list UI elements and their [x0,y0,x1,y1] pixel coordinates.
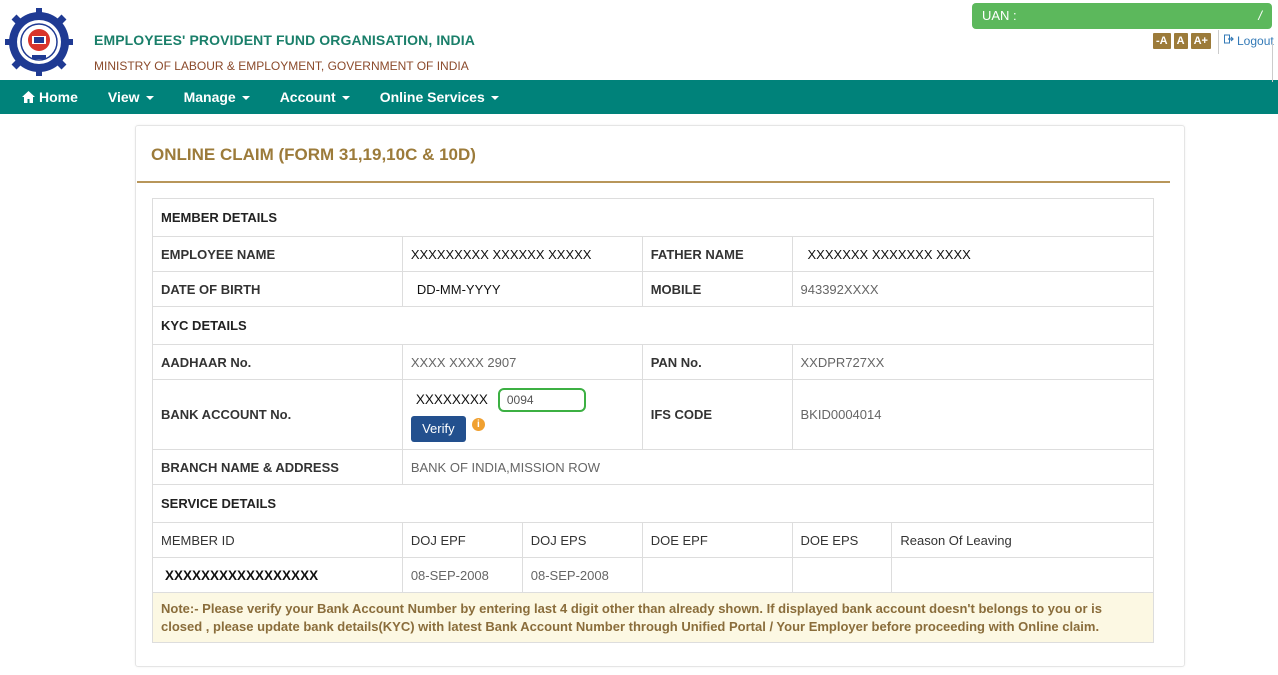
mobile-value: 943392XXXX [791,271,1155,307]
father-name-value: XXXXXXX XXXXXXX XXXX [791,236,1155,272]
column-header: Reason Of Leaving [891,522,1154,558]
nav-account-label: Account [279,89,336,105]
header: EMPLOYEES' PROVIDENT FUND ORGANISATION, … [0,0,1278,82]
ifsc-label: IFS CODE [641,379,793,450]
branch-label: BRANCH NAME & ADDRESS [152,449,403,485]
column-header: DOE EPF [641,522,793,558]
pan-label: PAN No. [641,344,793,380]
claim-details-table: MEMBER DETAILS EMPLOYEE NAME XXXXXXXXX X… [152,198,1155,643]
nav-manage[interactable]: Manage [184,89,250,105]
caret-down-icon [145,96,154,100]
section-title: SERVICE DETAILS [152,484,1154,523]
bank-account-entry: XXXXXXXX [411,387,634,412]
info-icon[interactable]: i [471,418,485,431]
table-row: EMPLOYEE NAME XXXXXXXXX XXXXXX XXXXX FAT… [152,236,1155,272]
nav-online-services[interactable]: Online Services [380,89,499,105]
verify-button[interactable]: Verify [410,415,466,442]
nav-view-label: View [107,89,140,105]
nav-account[interactable]: Account [280,89,350,105]
logout-icon [1224,34,1234,47]
caret-down-icon [490,96,499,100]
branch-value: BANK OF INDIA,MISSION ROW [401,449,1155,485]
pan-value: XXDPR727XX [791,344,1155,380]
service-details-header: SERVICE DETAILS [152,484,1154,523]
column-header: DOJ EPS [521,522,643,558]
father-name-label: FATHER NAME [641,236,793,272]
dob-value: DD-MM-YYYY [401,271,643,307]
home-icon [22,91,35,103]
doe-epf-value [641,557,793,593]
bank-account-last4-input[interactable] [497,387,586,412]
uan-display: UAN : / [972,3,1272,29]
epfo-logo [5,8,73,76]
claim-panel: ONLINE CLAIM (FORM 31,19,10C & 10D) MEMB… [135,125,1185,667]
member-id-value: XXXXXXXXXXXXXXXXX [152,557,403,593]
uan-label: UAN : [982,8,1017,23]
uan-value: / [1258,8,1262,23]
font-normal-button[interactable]: A [1173,33,1188,49]
column-header: DOE EPS [791,522,893,558]
note-text: Note:- Please verify your Bank Account N… [152,592,1154,643]
page-title: ONLINE CLAIM (FORM 31,19,10C & 10D) [151,145,476,164]
table-row: DATE OF BIRTH DD-MM-YYYY MOBILE 943392XX… [152,271,1155,307]
column-header: MEMBER ID [152,522,403,558]
nav-manage-label: Manage [183,89,236,105]
aadhaar-value: XXXX XXXX 2907 [401,344,643,380]
doj-eps-value: 08-SEP-2008 [521,557,643,593]
font-decrease-button[interactable]: -A [1153,33,1171,49]
nav-view[interactable]: View [108,89,154,105]
employee-name-value: XXXXXXXXX XXXXXX XXXXX [401,236,643,272]
doe-eps-value [791,557,893,593]
note-row: Note:- Please verify your Bank Account N… [152,592,1154,643]
section-title: MEMBER DETAILS [152,198,1154,237]
bank-account-label: BANK ACCOUNT No. [152,379,403,450]
employee-name-label: EMPLOYEE NAME [152,236,403,272]
table-row: BANK ACCOUNT No. XXXXXXXX Verify i IFS C… [152,379,1155,450]
bank-account-masked: XXXXXXXX [415,392,488,407]
org-name: EMPLOYEES' PROVIDENT FUND ORGANISATION, … [94,32,475,48]
aadhaar-label: AADHAAR No. [152,344,403,380]
nav-online-services-label: Online Services [379,89,485,105]
ifsc-value: BKID0004014 [791,379,1155,450]
main-navbar: Home View Manage Account Online Services [0,80,1278,114]
doj-epf-value: 08-SEP-2008 [401,557,523,593]
logout-link[interactable]: Logout [1218,30,1274,54]
mobile-label: MOBILE [641,271,793,307]
table-row: XXXXXXXXXXXXXXXXX 08-SEP-2008 08-SEP-200… [152,557,1154,593]
section-title: KYC DETAILS [152,306,1154,345]
kyc-details-header: KYC DETAILS [152,306,1154,345]
table-row: AADHAAR No. XXXX XXXX 2907 PAN No. XXDPR… [152,344,1155,380]
table-row: BRANCH NAME & ADDRESS BANK OF INDIA,MISS… [152,449,1155,485]
verify-row: Verify i [410,415,634,442]
font-increase-button[interactable]: A+ [1190,33,1211,49]
divider [1272,42,1273,82]
reason-of-leaving-value [891,557,1154,593]
service-header-row: MEMBER ID DOJ EPF DOJ EPS DOE EPF DOE EP… [152,522,1154,558]
font-size-controls: -A A A+ [1153,33,1211,49]
title-divider [137,181,1170,183]
member-details-header: MEMBER DETAILS [152,198,1154,237]
caret-down-icon [341,96,350,100]
bank-account-cell: XXXXXXXX Verify i [401,379,643,450]
logout-label: Logout [1237,34,1274,48]
nav-home[interactable]: Home [22,89,78,105]
column-header: DOJ EPF [401,522,523,558]
nav-home-label: Home [39,89,78,105]
ministry-name: MINISTRY OF LABOUR & EMPLOYMENT, GOVERNM… [94,59,469,73]
dob-label: DATE OF BIRTH [152,271,403,307]
caret-down-icon [241,96,250,100]
